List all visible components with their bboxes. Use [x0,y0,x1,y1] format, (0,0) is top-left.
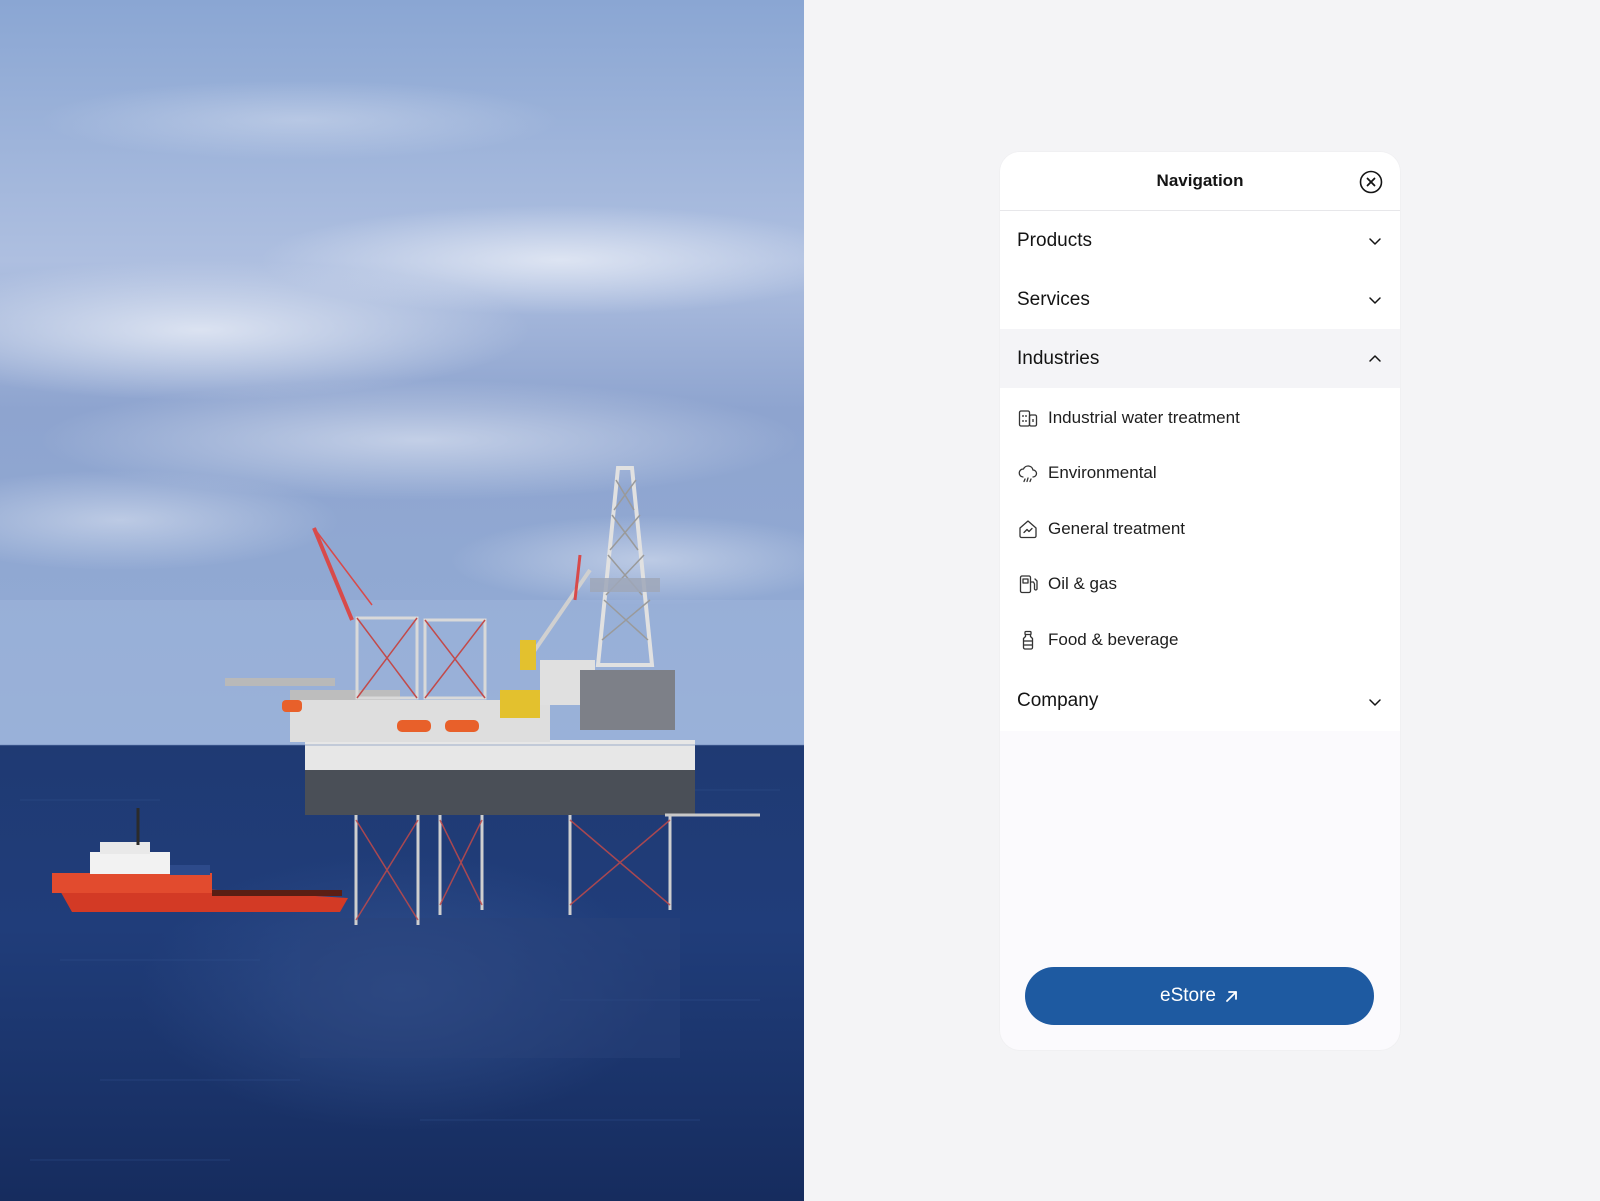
chevron-down-icon [1367,694,1383,710]
close-circle-icon[interactable] [1359,170,1383,194]
nav-section-label: Services [1017,288,1090,310]
navigation-header: Navigation [1000,152,1400,211]
chevron-up-icon [1367,351,1383,367]
submenu-item-general-treatment[interactable]: General treatment [1000,501,1400,557]
nav-section-label: Company [1017,690,1099,711]
fuel-pump-icon [1017,573,1039,595]
submenu-item-label: Oil & gas [1048,574,1117,594]
nav-section-company[interactable]: Company [1000,671,1400,731]
building-icon [1017,407,1039,429]
nav-section-products[interactable]: Products [1000,211,1400,270]
chevron-down-icon [1367,233,1383,249]
nav-section-industries[interactable]: Industries [1000,329,1400,388]
chart-home-icon [1017,518,1039,540]
submenu-item-label: General treatment [1048,518,1186,538]
nav-section-label: Industries [1017,347,1100,369]
hero-photo-oil-rig [0,0,804,1201]
submenu-item-label: Industrial water treatment [1048,407,1240,427]
nav-section-label: Products [1017,229,1092,251]
submenu-item-industrial-water-treatment[interactable]: Industrial water treatment [1000,390,1400,446]
navigation-panel: Navigation Products Services Industries [1000,152,1400,1050]
nav-section-services[interactable]: Services [1000,270,1400,329]
estore-button[interactable]: eStore [1025,967,1374,1025]
chevron-down-icon [1367,292,1383,308]
submenu-item-label: Environmental [1048,463,1157,483]
industries-submenu: Industrial water treatment Environmental… [1000,388,1400,672]
cloud-rain-icon [1017,462,1039,484]
submenu-item-oil-gas[interactable]: Oil & gas [1000,557,1400,613]
submenu-item-environmental[interactable]: Environmental [1000,446,1400,502]
navigation-title: Navigation [1156,171,1244,190]
bottle-icon [1017,629,1039,651]
arrow-up-right-icon [1224,989,1239,1004]
submenu-item-food-beverage[interactable]: Food & beverage [1000,612,1400,668]
submenu-item-label: Food & beverage [1048,629,1179,649]
estore-label: eStore [1160,985,1216,1006]
